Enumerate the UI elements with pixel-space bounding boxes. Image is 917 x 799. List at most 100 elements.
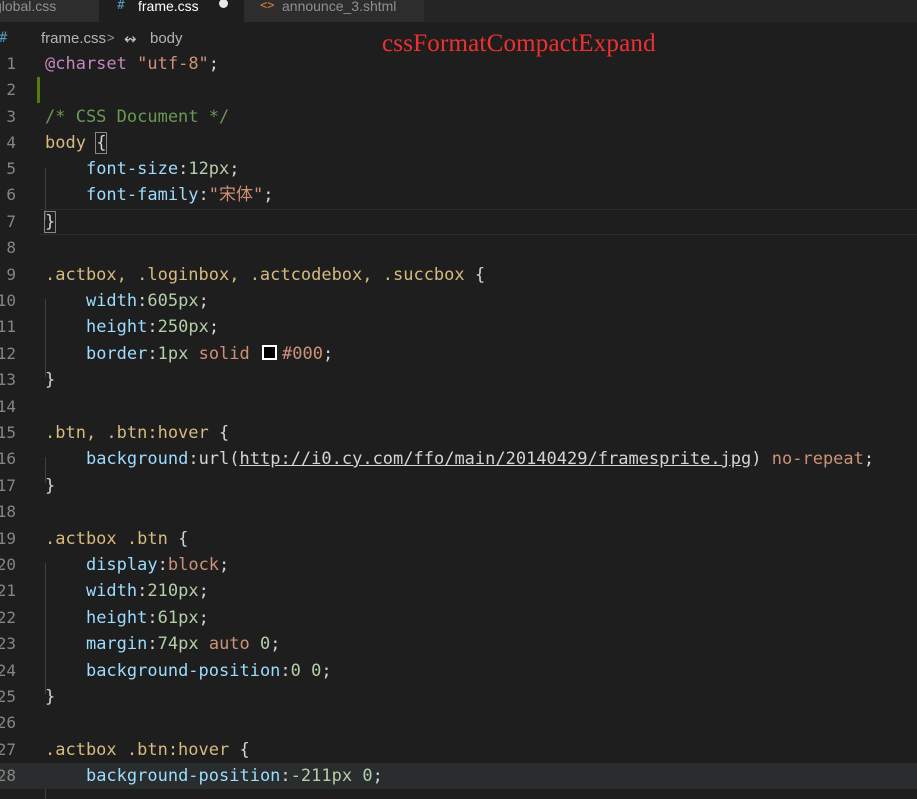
- line-number: 4: [6, 133, 16, 152]
- breadcrumb-symbol[interactable]: body: [150, 30, 183, 47]
- tab-label: frame.css: [138, 0, 199, 14]
- line-number: 10: [0, 291, 16, 310]
- code-line: 24 background-position:0 0;: [0, 658, 917, 684]
- property: height: [85, 608, 148, 628]
- selector: .btn, .btn:hover: [45, 423, 209, 443]
- tab-global-css[interactable]: global.css: [0, 0, 99, 22]
- line-number: 13: [0, 370, 16, 389]
- code-line: 17}: [0, 473, 917, 499]
- line-number: 21: [0, 581, 16, 600]
- html-angle-icon: <>: [260, 0, 275, 12]
- number: 1px: [157, 344, 189, 364]
- code-line: 16 background:url(http://i0.cy.com/ffo/m…: [0, 446, 917, 472]
- color-swatch-icon[interactable]: [262, 345, 278, 360]
- line-number: 2: [6, 80, 16, 99]
- tab-label: announce_3.shtml: [282, 0, 397, 14]
- current-line-highlight: [40, 209, 917, 235]
- number: 0: [260, 634, 271, 654]
- line-number: 20: [0, 555, 16, 574]
- number: 0 0: [290, 661, 322, 681]
- code-line: 28 background-position:-211px 0;: [0, 763, 917, 789]
- number: 605px: [147, 291, 199, 311]
- punct: ): [751, 449, 762, 469]
- code-line: 6 font-family:"宋体";: [0, 182, 917, 208]
- line-number: 9: [6, 265, 16, 284]
- code-line: 3 /* CSS Document */: [0, 104, 917, 130]
- property: height: [85, 317, 148, 337]
- line-number: 8: [6, 238, 16, 257]
- number: 61px: [157, 608, 199, 628]
- url-link[interactable]: http://i0.cy.com/ffo/main/20140429/frame…: [240, 449, 752, 469]
- line-number: 11: [0, 317, 16, 336]
- line-number: 3: [6, 107, 16, 126]
- line-number: 24: [0, 661, 16, 680]
- color-value: #000: [282, 344, 323, 364]
- code-line: 2: [0, 77, 917, 103]
- code-line: 5 font-size:12px;: [0, 156, 917, 182]
- brace: {: [95, 132, 108, 154]
- selector: body: [45, 133, 86, 153]
- tab-label: global.css: [0, 0, 57, 14]
- css-hash-icon: #: [0, 30, 7, 46]
- selector: .actbox, .loginbox, .actcodebox, .succbo…: [45, 265, 465, 285]
- tab-bar: global.css # frame.css <> announce_3.sht…: [0, 0, 917, 22]
- line-number: 23: [0, 634, 16, 653]
- number: 250px: [157, 317, 209, 337]
- symbol-class-icon: ↭: [124, 31, 137, 48]
- property: border: [85, 344, 148, 364]
- line-number: 5: [6, 159, 16, 178]
- number: 210px: [147, 581, 199, 601]
- property: display: [85, 555, 158, 575]
- property: width: [85, 581, 138, 601]
- breadcrumb-file[interactable]: frame.css: [41, 30, 106, 47]
- value: block: [167, 555, 220, 575]
- value: auto: [208, 634, 250, 654]
- chevron-right-icon: >: [107, 30, 115, 45]
- line-number: 27: [0, 740, 16, 759]
- line-number: 25: [0, 687, 16, 706]
- line-number: 15: [0, 423, 16, 442]
- string: "宋体": [208, 185, 264, 205]
- brace: {: [474, 265, 486, 285]
- code-line: 15 .btn, .btn:hover {: [0, 420, 917, 446]
- tab-frame-css[interactable]: # frame.css: [99, 0, 244, 22]
- line-number: 18: [0, 502, 16, 521]
- css-hash-icon: #: [117, 0, 125, 13]
- property: margin: [85, 634, 148, 654]
- brace: {: [239, 740, 250, 760]
- property: font-size: [85, 159, 179, 179]
- brace: {: [178, 529, 189, 549]
- code-line: 1 @charset "utf-8";: [0, 51, 917, 77]
- value: no-repeat: [771, 449, 864, 469]
- line-number: 17: [0, 476, 16, 495]
- brace: }: [45, 687, 56, 707]
- comment: /* CSS Document */: [45, 107, 230, 127]
- selector: .actbox .btn:hover: [45, 740, 230, 760]
- brace: }: [43, 211, 57, 233]
- line-number: 28: [0, 766, 16, 785]
- line-number: 22: [0, 608, 16, 627]
- code-line: 10 width:605px;: [0, 288, 917, 314]
- line-number: 1: [6, 54, 16, 73]
- property: width: [85, 291, 138, 311]
- code-line: 21 width:210px;: [0, 578, 917, 604]
- code-editor[interactable]: 1 @charset "utf-8"; 2 3 /* CSS Document */…: [0, 50, 917, 799]
- line-number: 16: [0, 449, 16, 468]
- code-line: 12 border:1px solid #000;: [0, 341, 917, 367]
- git-modified-marker: [37, 77, 40, 103]
- tab-announce-shtml[interactable]: <> announce_3.shtml: [244, 0, 424, 22]
- code-line: 19 .actbox .btn {: [0, 526, 917, 552]
- punct: ;: [208, 54, 220, 74]
- selector: .actbox .btn: [45, 529, 168, 549]
- code-line: 18: [0, 499, 917, 525]
- code-line: 11 height:250px;: [0, 314, 917, 340]
- number: 12px: [188, 159, 230, 179]
- code-line: 4 body {: [0, 130, 917, 156]
- number: 74px: [157, 634, 199, 654]
- line-number: 7: [6, 212, 16, 231]
- value: solid: [198, 344, 250, 364]
- at-rule: @charset: [45, 54, 127, 74]
- unsaved-dot-icon[interactable]: [219, 0, 228, 8]
- string: "utf-8": [137, 54, 209, 74]
- property: background-position: [85, 661, 281, 681]
